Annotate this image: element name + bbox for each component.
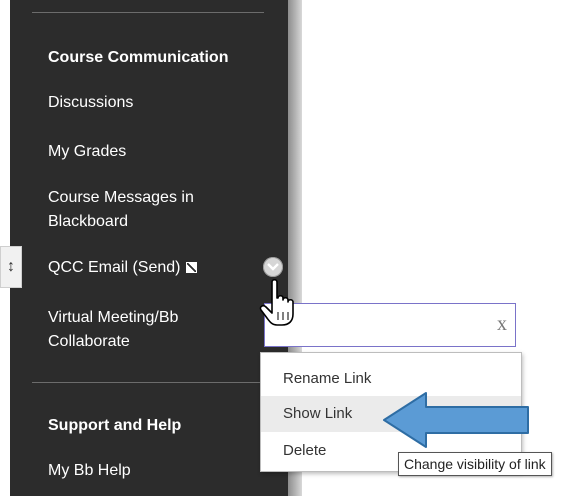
external-link-icon — [186, 262, 198, 273]
sidebar-item-my-bb-help[interactable]: My Bb Help — [48, 459, 131, 483]
sidebar-item-virtual-meeting-line2[interactable]: Collaborate — [48, 330, 130, 354]
sidebar-item-label: QCC Email (Send) — [48, 259, 181, 276]
chevron-down-icon[interactable] — [263, 257, 283, 277]
sidebar-item-course-messages-line2[interactable]: Blackboard — [48, 210, 128, 234]
section-heading-support-and-help: Support and Help — [48, 417, 182, 434]
sidebar-item-my-grades[interactable]: My Grades — [48, 140, 126, 164]
tooltip: Change visibility of link — [398, 452, 552, 476]
top-divider — [32, 12, 264, 13]
blue-left-arrow-icon — [382, 391, 532, 454]
section-divider — [32, 382, 288, 383]
hand-cursor-icon — [258, 278, 298, 333]
sidebar-item-virtual-meeting[interactable]: Virtual Meeting/Bb — [48, 306, 178, 330]
sidebar-item-discussions[interactable]: Discussions — [48, 91, 133, 115]
section-heading-course-communication: Course Communication — [48, 49, 229, 66]
clear-icon[interactable]: x — [497, 313, 507, 336]
sidebar-item-qcc-email[interactable]: QCC Email (Send) — [48, 256, 198, 280]
drag-handle-icon[interactable]: ↕ — [0, 246, 22, 288]
sidebar-item-course-messages[interactable]: Course Messages in — [48, 186, 194, 210]
rename-link-input[interactable]: x — [264, 303, 516, 347]
